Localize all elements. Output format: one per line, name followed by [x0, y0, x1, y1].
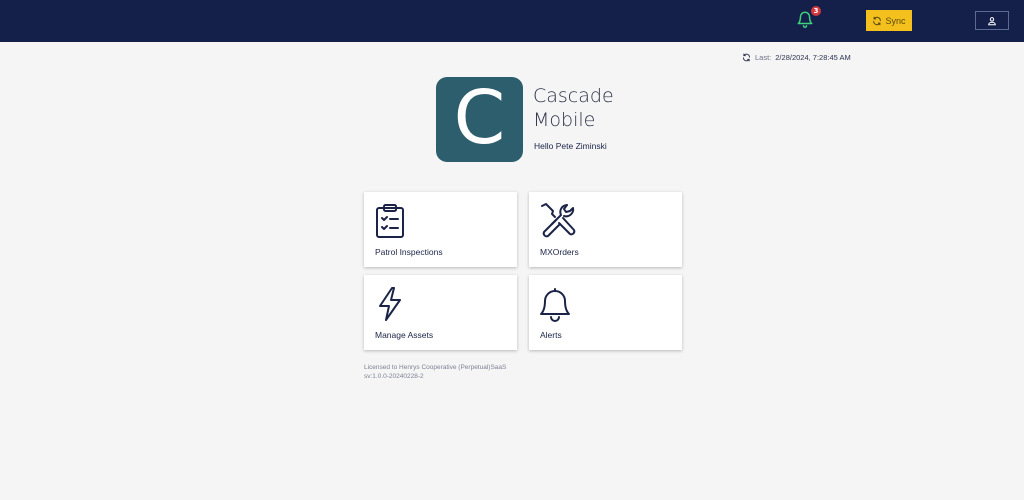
license-text: Licensed to Henrys Cooperative (Perpetua…: [364, 364, 507, 371]
tools-icon: [541, 203, 576, 238]
app-title-line1: Cascade: [533, 85, 614, 107]
last-sync-status: Last: 2/28/2024, 7:28:45 AM: [742, 53, 851, 62]
user-icon: [988, 16, 996, 25]
bell-icon: [540, 288, 570, 322]
app-title: Cascade Mobile: [533, 84, 653, 132]
sync-button[interactable]: Sync: [866, 10, 912, 31]
license-footer: Licensed to Henrys Cooperative (Perpetua…: [364, 363, 506, 381]
tile-alerts[interactable]: Alerts: [529, 275, 682, 350]
tile-patrol-inspections[interactable]: Patrol Inspections: [364, 192, 517, 267]
tile-mxorders[interactable]: MXOrders: [529, 192, 682, 267]
lightning-bolt-icon: [379, 287, 401, 321]
tile-label: Patrol Inspections: [375, 247, 443, 257]
last-sync-value: 2/28/2024, 7:28:45 AM: [775, 53, 851, 62]
last-sync-label: Last:: [755, 53, 772, 62]
tile-manage-assets[interactable]: Manage Assets: [364, 275, 517, 350]
top-navigation-bar: 3 Sync: [0, 0, 1024, 42]
clipboard-checklist-icon: [376, 204, 404, 238]
app-logo: C: [436, 77, 523, 162]
tile-label: Alerts: [540, 330, 562, 340]
sync-icon: [873, 16, 882, 25]
user-greeting: Hello Pete Ziminski: [534, 141, 607, 151]
app-title-line2: Mobile: [533, 109, 596, 131]
tile-label: Manage Assets: [375, 330, 434, 340]
refresh-icon[interactable]: [742, 53, 751, 62]
user-profile-button[interactable]: [975, 11, 1009, 30]
app-logo-letter: C: [453, 74, 506, 161]
sync-button-label: Sync: [885, 15, 906, 26]
version-text: sv:1.0.0-20240228-2: [364, 373, 424, 380]
tile-label: MXOrders: [540, 247, 579, 257]
notification-count-badge: 3: [811, 6, 821, 16]
